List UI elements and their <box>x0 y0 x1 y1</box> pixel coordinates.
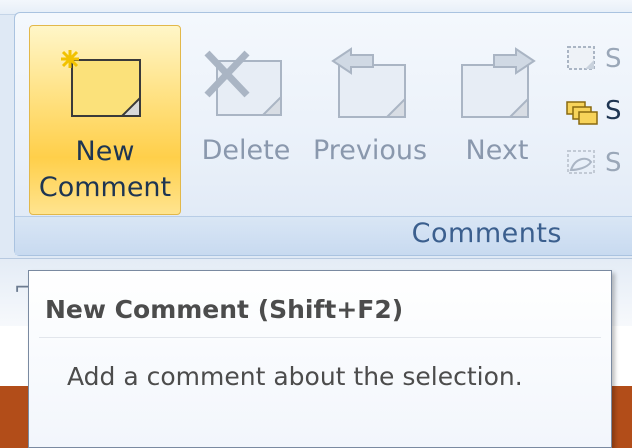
comments-small-buttons: S S S <box>565 33 632 189</box>
show-markup-button[interactable]: S <box>565 33 632 85</box>
delete-label: Delete <box>201 135 291 166</box>
show-all-comments-icon <box>566 101 598 125</box>
next-comment-icon <box>452 47 542 125</box>
new-comment-icon <box>60 48 150 126</box>
tooltip-description: Add a comment about the selection. <box>67 362 523 391</box>
previous-comment-icon <box>325 47 415 125</box>
show-all-comments-label: S <box>605 96 622 126</box>
next-comment-button[interactable]: Next <box>449 25 545 215</box>
new-comment-tooltip: New Comment (Shift+F2) Add a comment abo… <box>28 270 612 448</box>
comments-group-footer: Comments <box>15 216 632 255</box>
show-inked-comments-icon <box>567 150 595 174</box>
previous-comment-button[interactable]: Previous <box>309 25 431 215</box>
show-all-comments-button[interactable]: S <box>565 85 632 137</box>
next-label: Next <box>465 135 529 166</box>
tooltip-title: New Comment (Shift+F2) <box>45 295 404 324</box>
new-comment-button[interactable]: New Comment <box>29 25 181 215</box>
show-inked-comments-label: S <box>605 148 622 178</box>
tooltip-divider <box>39 337 601 338</box>
previous-label: Previous <box>312 135 428 166</box>
show-markup-label: S <box>605 44 622 74</box>
delete-comment-button[interactable]: Delete <box>191 25 301 215</box>
show-inked-comments-button[interactable]: S <box>565 137 632 189</box>
group-label: Comments <box>411 218 562 249</box>
show-markup-icon <box>567 46 595 70</box>
new-comment-label: New Comment <box>38 136 172 203</box>
comments-group: New Comment Delete Previous Next S S S C… <box>14 12 632 256</box>
delete-comment-icon <box>201 47 291 125</box>
